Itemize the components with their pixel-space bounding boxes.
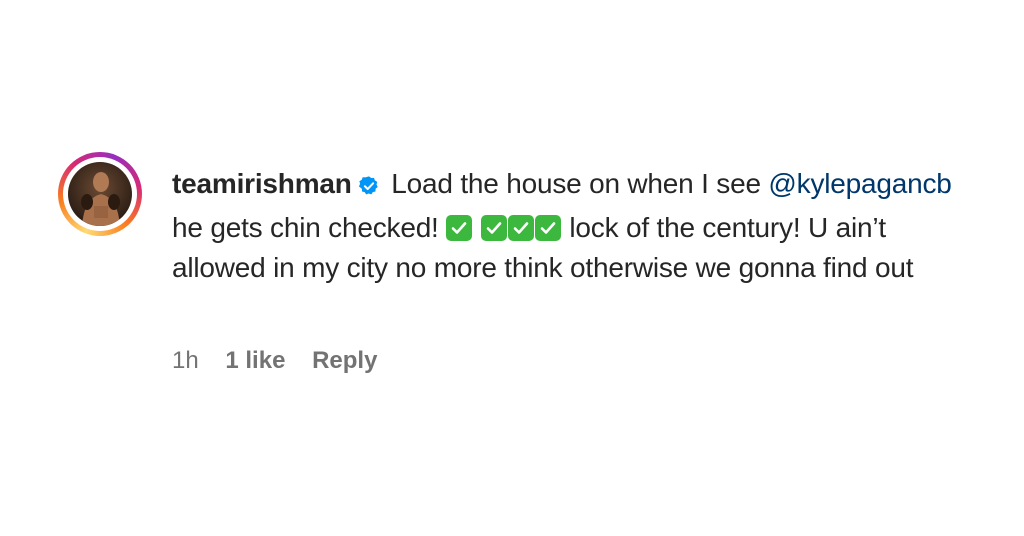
comment-text: teamirishman Load the house on when I se… [172, 164, 962, 288]
timestamp[interactable]: 1h [172, 347, 199, 374]
check-mark-emoji [480, 215, 507, 241]
likes-count-button[interactable]: 1 like [225, 347, 285, 374]
comment-text-part1: Load the house on when I see [383, 168, 769, 199]
story-ring-avatar[interactable] [58, 152, 142, 236]
comment-meta: 1h 1 like Reply [172, 347, 397, 375]
avatar[interactable] [68, 162, 132, 226]
comment-text-part2: he gets chin checked! [172, 212, 447, 243]
check-mark-emoji [446, 215, 473, 241]
username-link[interactable]: teamirishman [172, 168, 352, 199]
mention-link[interactable]: @kylepagancb [768, 168, 951, 199]
verified-badge-icon [358, 168, 380, 208]
reply-button[interactable]: Reply [312, 347, 377, 374]
check-mark-emoji [534, 215, 561, 241]
check-mark-emoji [507, 215, 534, 241]
